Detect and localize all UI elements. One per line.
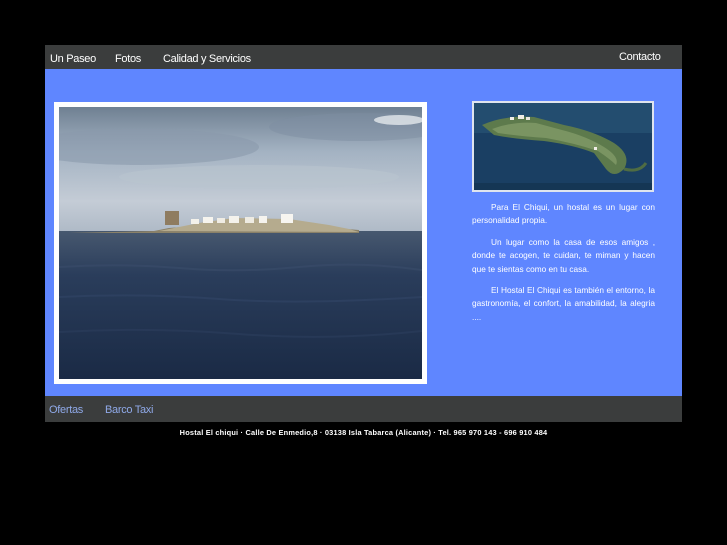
nav-link-un-paseo[interactable]: Un Paseo xyxy=(50,53,96,65)
site-container: Un Paseo Fotos Calidad y Servicios Conta… xyxy=(45,45,682,437)
nav-link-barco-taxi[interactable]: Barco Taxi xyxy=(105,404,153,416)
main-content: Para El Chiqui, un hostal es un lugar co… xyxy=(45,69,682,396)
nav-link-calidad-servicios[interactable]: Calidad y Servicios xyxy=(163,53,251,65)
aerial-island-photo xyxy=(472,101,654,192)
nav-link-fotos[interactable]: Fotos xyxy=(115,53,141,65)
island-sea-image xyxy=(59,107,422,379)
nav-link-ofertas[interactable]: Ofertas xyxy=(49,404,83,416)
island-sea-photo xyxy=(54,102,427,384)
nav-link-contacto[interactable]: Contacto xyxy=(619,51,661,63)
description-paragraph: El Hostal El Chiqui es también el entorn… xyxy=(472,285,655,322)
description-paragraph: Para El Chiqui, un hostal es un lugar co… xyxy=(472,202,655,226)
top-navigation: Un Paseo Fotos Calidad y Servicios Conta… xyxy=(45,45,682,69)
bottom-navigation: Ofertas Barco Taxi xyxy=(45,396,682,422)
hostal-description: Para El Chiqui, un hostal es un lugar co… xyxy=(472,201,655,332)
aerial-island-image xyxy=(474,103,652,190)
description-paragraph: Un lugar como la casa de esos amigos , d… xyxy=(472,236,655,274)
tower-shape xyxy=(165,211,179,225)
footer-address: Hostal El chiqui · Calle De Enmedio,8 · … xyxy=(179,428,548,437)
